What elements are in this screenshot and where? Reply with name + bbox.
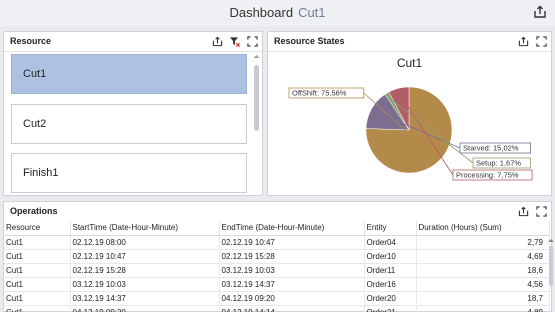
cell-resource: Cut1 <box>4 277 71 292</box>
cell-starttime: 03.12.19 10:03 <box>70 277 220 292</box>
table-row[interactable]: Cut1 03.12.19 10:03 03.12.19 14:37 Order16 4… <box>4 277 550 292</box>
share-icon[interactable] <box>518 36 529 47</box>
column-header-starttime[interactable]: StartTime (Date-Hour-Minute) <box>70 221 220 236</box>
cell-entity: Order16 <box>364 277 417 292</box>
table-row[interactable]: Cut1 02.12.19 08:00 02.12.19 10:47 Order04 2… <box>4 235 550 250</box>
cell-resource: Cut1 <box>4 249 71 264</box>
share-icon[interactable] <box>212 36 223 47</box>
share-icon[interactable] <box>518 206 529 217</box>
dashboard-title: Dashboard Cut1 <box>0 5 555 20</box>
cell-starttime: 02.12.19 10:47 <box>70 249 220 264</box>
clear-filter-icon[interactable] <box>229 36 240 47</box>
cell-endtime: 03.12.19 14:37 <box>219 277 365 292</box>
resource-scrollbar[interactable] <box>253 53 260 193</box>
resource-panel: Resource Cut1 Cut2 Finish1 <box>3 31 263 196</box>
cell-resource: Cut1 <box>4 263 71 278</box>
column-header-entity[interactable]: Entity <box>364 221 417 236</box>
cell-starttime: 03.12.19 14:37 <box>70 291 220 306</box>
cell-duration: 4,56 <box>416 277 550 292</box>
cell-duration: 4,89 <box>416 305 550 312</box>
scroll-up-icon[interactable] <box>253 53 260 60</box>
expand-icon[interactable] <box>536 206 547 217</box>
cell-duration: 18,7 <box>416 291 550 306</box>
dashboard-header: Dashboard Cut1 <box>0 0 555 26</box>
cell-resource: Cut1 <box>4 235 71 250</box>
cell-starttime: 04.12.19 09:20 <box>70 305 220 312</box>
operations-scroll-thumb[interactable] <box>549 246 553 286</box>
cell-duration: 4,69 <box>416 249 550 264</box>
operations-header: Operations <box>4 202 551 222</box>
dashboard-title-text: Dashboard <box>229 5 294 20</box>
pie-label: OffShift: 75,56% <box>292 89 347 98</box>
table-row[interactable]: Cut1 03.12.19 14:37 04.12.19 09:20 Order20 1… <box>4 291 550 306</box>
resource-item-label: Finish1 <box>23 167 59 179</box>
pie-label: Setup: 1,67% <box>476 159 521 168</box>
cell-entity: Order20 <box>364 291 417 306</box>
resource-item-label: Cut1 <box>23 68 47 80</box>
resource-item-cut2[interactable]: Cut2 <box>11 104 247 144</box>
table-row[interactable]: Cut1 02.12.19 10:47 02.12.19 15:28 Order10 4… <box>4 249 550 264</box>
scroll-up-icon[interactable] <box>547 236 555 244</box>
operations-scrollbar[interactable] <box>547 236 555 312</box>
chart-title: Cut1 <box>396 56 423 70</box>
cell-resource: Cut1 <box>4 305 71 312</box>
operations-table: Resource StartTime (Date-Hour-Minute) En… <box>4 221 550 312</box>
cell-endtime: 02.12.19 10:47 <box>219 235 365 250</box>
cell-endtime: 04.12.19 09:20 <box>219 291 365 306</box>
operations-title: Operations <box>10 206 58 216</box>
cell-endtime: 03.12.19 10:03 <box>219 263 365 278</box>
column-header-duration[interactable]: Duration (Hours) (Sum) <box>416 221 550 236</box>
resource-item-label: Cut2 <box>23 118 47 130</box>
cell-duration: 2,79 <box>416 235 550 250</box>
pie-label: Processing: 7,75% <box>456 171 519 180</box>
expand-icon[interactable] <box>247 36 258 47</box>
pie-label: Starved: 15,02% <box>463 144 519 153</box>
resource-item-finish1[interactable]: Finish1 <box>11 153 247 193</box>
resource-states-header: Resource States <box>268 32 551 52</box>
cell-entity: Order11 <box>364 263 417 278</box>
pie-chart: OffShift: 75,56% Starved: 15,02% Setup: 1,… <box>288 86 533 181</box>
cell-entity: Order10 <box>364 249 417 264</box>
table-row[interactable]: Cut1 04.12.19 09:20 04.12.19 14:14 Order21 4… <box>4 305 550 312</box>
resource-states-title: Resource States <box>274 36 345 46</box>
dashboard-subtitle: Cut1 <box>298 5 326 20</box>
resource-panel-header: Resource <box>4 32 262 52</box>
cell-starttime: 02.12.19 15:28 <box>70 263 220 278</box>
cell-resource: Cut1 <box>4 291 71 306</box>
cell-endtime: 04.12.19 14:14 <box>219 305 365 312</box>
column-header-resource[interactable]: Resource <box>4 221 71 236</box>
cell-entity: Order21 <box>364 305 417 312</box>
resource-panel-title: Resource <box>10 36 52 46</box>
table-row[interactable]: Cut1 02.12.19 15:28 03.12.19 10:03 Order11 1… <box>4 263 550 278</box>
column-header-endtime[interactable]: EndTime (Date-Hour-Minute) <box>219 221 365 236</box>
cell-endtime: 02.12.19 15:28 <box>219 249 365 264</box>
table-header-row: Resource StartTime (Date-Hour-Minute) En… <box>4 221 550 236</box>
cell-duration: 18,6 <box>416 263 550 278</box>
cell-starttime: 02.12.19 08:00 <box>70 235 220 250</box>
cell-entity: Order04 <box>364 235 417 250</box>
resource-item-cut1[interactable]: Cut1 <box>11 54 247 94</box>
resource-scroll-thumb[interactable] <box>254 65 259 131</box>
share-icon[interactable] <box>533 5 547 19</box>
expand-icon[interactable] <box>536 36 547 47</box>
